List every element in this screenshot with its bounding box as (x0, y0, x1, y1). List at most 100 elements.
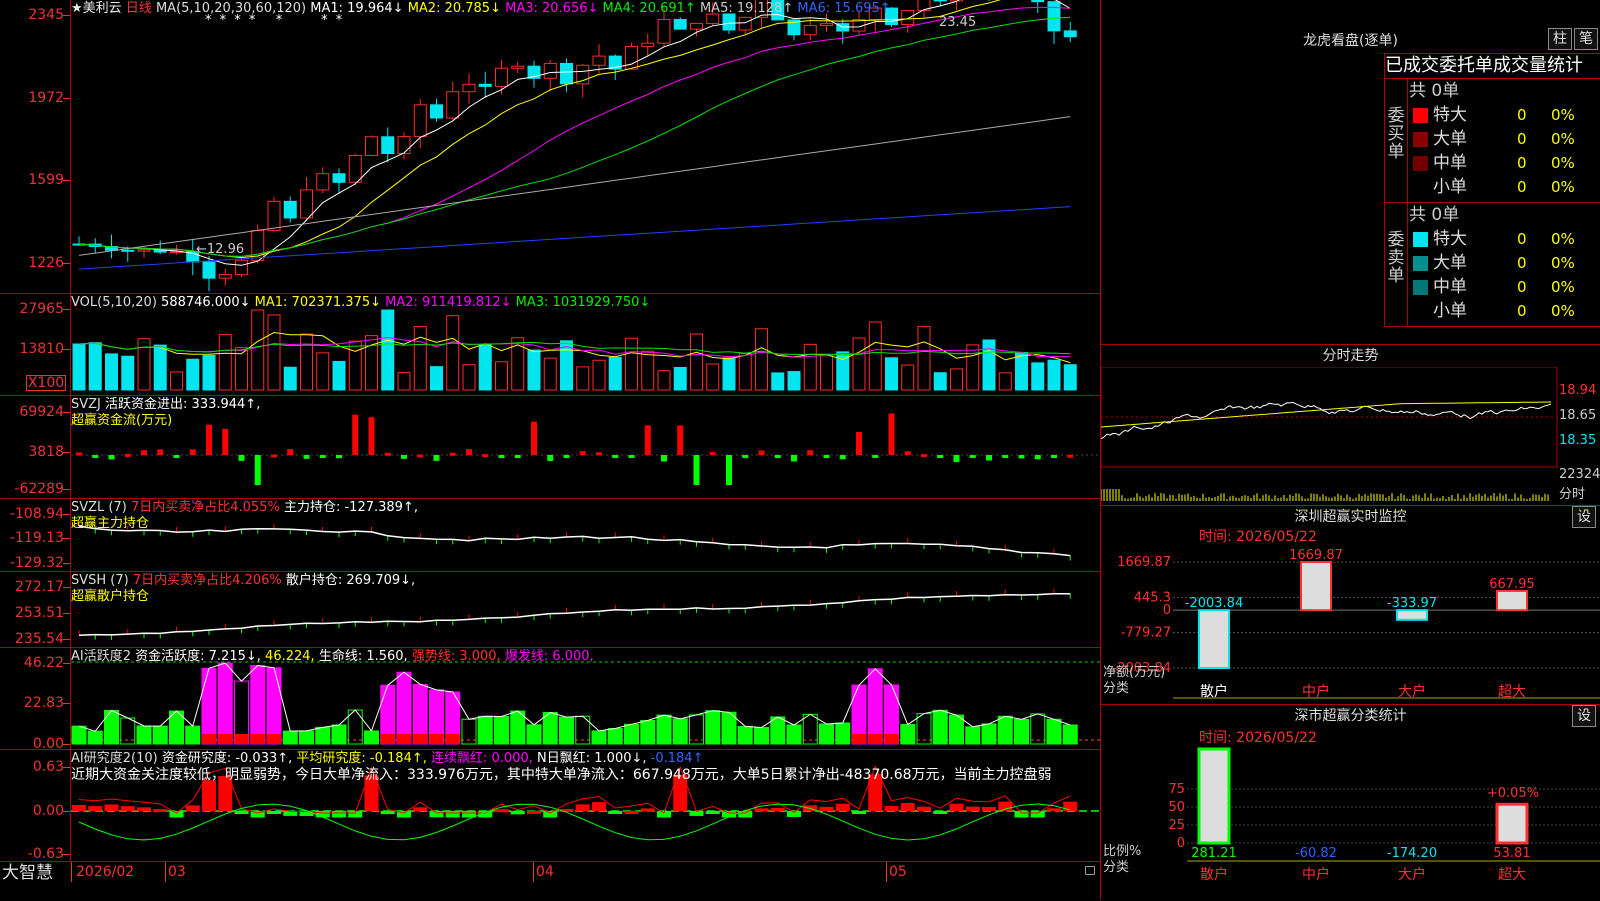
research-bar (640, 808, 655, 812)
svsh-title[interactable]: SVSH (7) (71, 573, 129, 588)
svzj-panel[interactable]: 69924 3818 -62289 SVZJ 活跃资金进出: 333.944↑,… (0, 396, 1100, 499)
category-label: 大户 (1398, 683, 1426, 700)
ai-activity-panel[interactable]: 46.22 22.83 0.00 AI活跃度2 资金活跃度: 7.215↓, 4… (0, 648, 1100, 751)
ratio-bar (1197, 747, 1231, 845)
flow-bar (531, 421, 537, 455)
svzj-title[interactable]: SVZJ (71, 397, 101, 412)
y-label: -108.94 (9, 506, 64, 522)
flow-bar (1002, 455, 1009, 458)
activity-bar (672, 718, 688, 745)
flow-bar (498, 455, 505, 459)
svzl-subtitle: 超赢主力持仓 (71, 516, 150, 531)
buy-orders-block: 委买单 共 0单 特大 0 0% 大单 0 0% 中单 0 0% 小单 0 0% (1384, 79, 1600, 203)
sz-monitor-panel[interactable]: 深圳超赢实时监控 设 时间: 2026/05/22 1669.87 445.3 0-… (1101, 505, 1600, 704)
order-type-label: 中单 (1433, 153, 1467, 173)
activity-bar (104, 709, 119, 745)
lock-icon[interactable] (1085, 866, 1095, 875)
svzl-title[interactable]: SVZL (7) (71, 500, 127, 515)
y-label: 0 (1163, 603, 1171, 618)
svzl-panel[interactable]: -108.94 -119.13 -129.32 SVZL (7) 7日内买卖净占… (0, 499, 1100, 572)
bar-mode-button[interactable]: 柱 (1548, 28, 1572, 50)
intraday-price: 18.65 (1559, 408, 1597, 423)
activity-bar (949, 714, 964, 745)
flow-bar (76, 452, 82, 456)
flow-bar (726, 455, 732, 485)
intraday-panel[interactable]: 分时走势 18.94 18.65 18.35 22324 分时 (1101, 344, 1600, 505)
volume-bar (381, 309, 395, 391)
stock-name[interactable]: ★美利云 (71, 1, 122, 16)
category-label: 中户 (1302, 866, 1330, 883)
activity-bar (1046, 718, 1062, 745)
activity-bar (916, 713, 932, 745)
volume-bar (413, 325, 427, 391)
research-bar (965, 806, 980, 811)
y-label: 69924 (19, 404, 64, 420)
category-label: 中户 (1302, 683, 1330, 700)
flow-bar (384, 452, 391, 456)
activity-base (380, 734, 395, 744)
research-bar (705, 811, 720, 814)
activity-bar (526, 724, 542, 745)
dragon-tiger-panel[interactable]: 龙虎看盘(逐单) 柱 笔 已成交委托单成交量统计 委买单 共 0单 特大 0 0% 大… (1101, 0, 1600, 344)
flow-bar (352, 414, 359, 455)
ai-res-title[interactable]: AI研究度2(10) (71, 751, 158, 766)
y-label: 1669.87 (1117, 555, 1171, 570)
vol-unit-label: X100 (26, 375, 66, 391)
research-bar (153, 809, 168, 813)
order-pct: 0% (1551, 178, 1575, 196)
activity-bar (282, 730, 298, 745)
flow-bar (872, 455, 879, 458)
research-bar (429, 811, 444, 818)
svsh-panel[interactable]: 272.17 253.51 235.54 SVSH (7) 7日内买卖净占比4.… (0, 572, 1100, 648)
activity-bar (1062, 724, 1078, 745)
price-panel[interactable]: 2345 1972 1599 1226 ★美利云 日线 MA(5,10,20,3… (0, 0, 1100, 294)
flow-bar (791, 455, 797, 462)
candle (300, 189, 313, 219)
sz-monitor-title: 深圳超赢实时监控 (1294, 509, 1407, 525)
svsh-hold: 散户持仓: 269.709↓, (285, 573, 416, 588)
activity-bar (152, 725, 168, 745)
candle (625, 45, 638, 70)
flow-bar (173, 455, 180, 458)
signal-stars: * * * * * * * (205, 13, 345, 28)
volume-bar (170, 371, 183, 391)
research-bar (1014, 811, 1029, 818)
settings-button[interactable]: 设 (1572, 506, 1596, 528)
class-ratio-chart[interactable]: 75 50 25 0 281.21 -60.82 -174.20 53.81 +0.05% 比例%… (1101, 747, 1600, 901)
activity-bar (737, 725, 753, 745)
volume-bar (576, 366, 590, 391)
activity-base (397, 734, 411, 744)
vol-title[interactable]: VOL(5,10,20) (71, 295, 157, 310)
stats-tabs[interactable]: 已成交委托单成交量统计 (1384, 53, 1600, 79)
activity-bar (559, 716, 574, 745)
y-label: 3818 (28, 444, 64, 460)
ai-research-panel[interactable]: 0.63 0.00 -0.63 AI研究度2(10) 资金研究度: -0.033… (0, 750, 1100, 862)
research-bar (88, 806, 103, 811)
category-label: 超大 (1498, 867, 1526, 883)
intraday-title: 分时走势 (1322, 348, 1379, 364)
activity-bar (965, 726, 981, 745)
period-label[interactable]: 日线 (126, 1, 152, 16)
volume-bar (267, 314, 281, 391)
activity-bar (1030, 713, 1046, 745)
research-bar (770, 807, 785, 811)
net-amount-chart[interactable]: 1669.87445.30-779.27-2003.84-2003.841669… (1101, 546, 1600, 704)
ai-res-nred: N日飘红: 1.000↓, (537, 751, 647, 766)
activity-bar (331, 724, 347, 745)
flow-bar (612, 455, 619, 458)
activity-bar (315, 726, 331, 745)
ma4-value: MA4: 20.691↑ (602, 1, 696, 16)
volume-bar (706, 363, 720, 391)
volume-panel[interactable]: 27965 13810 X100 VOL(5,10,20) 588746.000… (0, 294, 1100, 396)
candle (283, 200, 297, 219)
volume-bar (820, 355, 833, 391)
intraday-chart[interactable] (1101, 367, 1600, 505)
ai-act-title[interactable]: AI活跃度2 (71, 649, 131, 664)
svsh-header: SVSH (7) 7日内买卖净占比4.206% 散户持仓: 269.709↓, … (71, 573, 415, 605)
high-price-mark: 23.45 (939, 15, 977, 30)
activity-bar (640, 720, 656, 745)
sz-class-panel[interactable]: 深市超赢分类统计 设 时间: 2026/05/22 75 50 25 0 281.21 -… (1101, 704, 1600, 901)
date-label: 05 (889, 864, 907, 880)
settings-button[interactable]: 设 (1572, 705, 1596, 727)
pen-mode-button[interactable]: 笔 (1574, 28, 1598, 50)
